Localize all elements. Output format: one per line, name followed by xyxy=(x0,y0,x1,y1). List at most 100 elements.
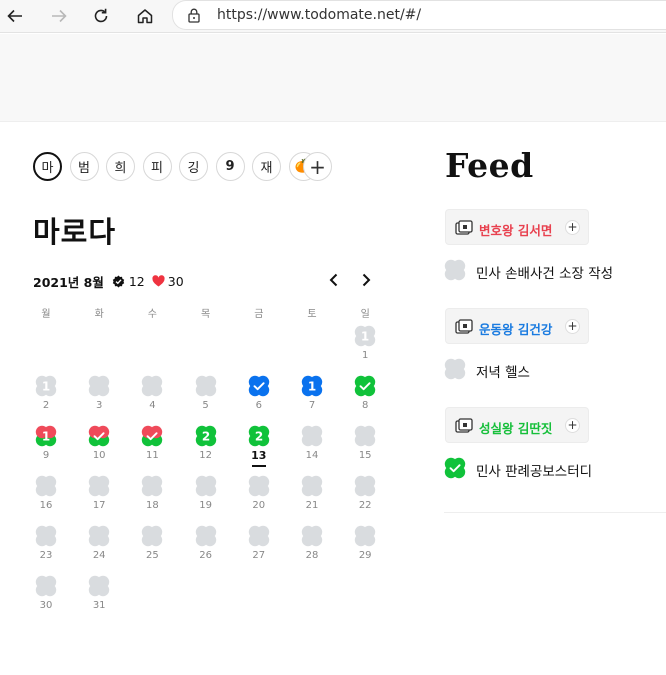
month-label: 2021년 8월 xyxy=(33,274,104,290)
home-button[interactable] xyxy=(132,3,158,29)
calendar-day[interactable]: 18 xyxy=(126,475,178,521)
feed-group-header[interactable]: 운동왕 김건강 + xyxy=(445,308,589,344)
goal-name: 성실왕 김딴짓 xyxy=(479,421,553,436)
profile-chip[interactable]: 범 xyxy=(69,152,99,181)
feed-group-header[interactable]: 성실왕 김딴짓 + xyxy=(445,407,589,443)
clover-icon xyxy=(301,475,323,497)
calendar-day[interactable]: 3 xyxy=(73,375,125,421)
clover-icon xyxy=(88,525,110,547)
day-number: 5 xyxy=(202,400,209,411)
clover-icon xyxy=(195,475,216,497)
chevron-right-icon xyxy=(362,273,371,287)
day-number: 14 xyxy=(305,450,319,461)
profile-chip[interactable]: 9 xyxy=(215,152,245,181)
clover-icon xyxy=(195,375,216,397)
calendar-day[interactable]: 2 12 xyxy=(180,425,232,471)
calendar-day[interactable]: 19 xyxy=(180,475,232,521)
clover-icon: 1 xyxy=(35,425,57,447)
weekday-label: 화 xyxy=(94,309,104,320)
day-number: 4 xyxy=(149,400,156,411)
calendar-day[interactable]: 14 xyxy=(286,425,338,471)
day-number: 23 xyxy=(39,550,53,561)
profile-chip[interactable]: 재 xyxy=(252,152,281,181)
calendar-day[interactable]: 11 xyxy=(126,425,178,471)
clover-icon xyxy=(142,525,163,547)
calendar-day[interactable]: 31 xyxy=(73,575,125,621)
profile-chip[interactable]: 희 xyxy=(106,152,135,181)
task-checkbox-icon[interactable] xyxy=(444,358,466,380)
calendar-day[interactable]: 29 xyxy=(339,525,391,571)
task-checkbox-icon[interactable] xyxy=(444,457,466,479)
calendar-day[interactable]: 6 xyxy=(233,375,285,421)
calendar-day[interactable]: 24 xyxy=(73,525,125,571)
weekday-label: 일 xyxy=(360,309,370,320)
add-task-button[interactable]: + xyxy=(565,220,580,235)
calendar-day[interactable]: 30 xyxy=(20,575,72,621)
calendar-stats: 2021년 8월 12 30 xyxy=(33,272,184,290)
profile-chip[interactable]: 마 xyxy=(33,152,62,181)
calendar-day[interactable]: 5 xyxy=(180,375,232,421)
add-task-button[interactable]: + xyxy=(565,418,580,433)
calendar-day[interactable]: 26 xyxy=(180,525,232,571)
calendar-day[interactable]: 12 xyxy=(20,375,72,421)
calendar-day[interactable]: 10 xyxy=(73,425,125,471)
calendar-day[interactable]: 16 xyxy=(20,475,72,521)
day-number: 24 xyxy=(92,550,106,561)
goal-name: 운동왕 김건강 xyxy=(479,322,553,337)
hearts-count: 30 xyxy=(167,273,184,289)
day-number: 17 xyxy=(92,500,106,511)
feed-title: Feed xyxy=(445,146,534,185)
calendar-day[interactable]: 28 xyxy=(286,525,338,571)
next-month-button[interactable] xyxy=(356,270,376,290)
add-profile-button[interactable]: + xyxy=(303,152,332,181)
calendar-day[interactable]: 2 13 xyxy=(233,425,285,471)
calendar-day[interactable]: 15 xyxy=(339,425,391,471)
day-number: 18 xyxy=(146,500,159,511)
calendar-day[interactable]: 21 xyxy=(286,475,338,521)
day-number: 26 xyxy=(199,550,212,561)
goal-icon xyxy=(455,220,473,235)
forward-button[interactable] xyxy=(46,3,72,29)
day-count: 1 xyxy=(42,430,50,444)
day-number: 8 xyxy=(362,400,369,411)
clover-icon xyxy=(354,425,376,447)
calendar-day[interactable]: 23 xyxy=(20,525,72,571)
calendar-day[interactable]: 17 xyxy=(286,375,338,421)
day-number: 13 xyxy=(251,449,267,462)
refresh-button[interactable] xyxy=(88,3,114,29)
task-checkbox-icon[interactable] xyxy=(444,259,466,281)
url-text: https://www.todomate.net/#/ xyxy=(217,7,422,23)
clover-icon xyxy=(35,475,57,497)
today-underline xyxy=(251,465,266,467)
profile-chip[interactable]: 깅 xyxy=(179,152,208,181)
day-number: 22 xyxy=(358,500,372,511)
calendar-day[interactable]: 27 xyxy=(233,525,285,571)
checks-count: 12 xyxy=(128,273,145,289)
add-task-button[interactable]: + xyxy=(565,319,580,334)
calendar-day[interactable]: 20 xyxy=(233,475,285,521)
day-number: 1 xyxy=(362,350,369,361)
calendar-day[interactable]: 17 xyxy=(73,475,125,521)
prev-month-button[interactable] xyxy=(324,270,344,290)
day-number: 10 xyxy=(92,450,106,461)
back-button[interactable] xyxy=(2,3,28,29)
clover-icon xyxy=(195,525,216,547)
day-number: 30 xyxy=(39,600,53,611)
day-number: 12 xyxy=(199,450,212,461)
calendar-day[interactable]: 8 xyxy=(339,375,391,421)
calendar-day[interactable]: 22 xyxy=(339,475,391,521)
profile-chip[interactable]: 피 xyxy=(142,152,172,181)
calendar-day[interactable]: 4 xyxy=(126,375,178,421)
day-number: 20 xyxy=(252,500,266,511)
calendar-day[interactable]: 25 xyxy=(126,525,178,571)
feed-group-header[interactable]: 변호왕 김서면 + xyxy=(445,209,589,245)
clover-icon xyxy=(301,525,323,547)
address-bar[interactable]: https://www.todomate.net/#/ xyxy=(172,0,666,30)
clover-icon xyxy=(248,375,269,397)
day-count: 1 xyxy=(42,380,50,394)
user-name: 마로다 xyxy=(33,215,117,249)
task-text: 민사 판례공보스터디 xyxy=(476,464,593,480)
calendar-day[interactable]: 19 xyxy=(20,425,72,471)
calendar-day[interactable]: 11 xyxy=(339,325,391,371)
clover-icon xyxy=(248,525,269,547)
